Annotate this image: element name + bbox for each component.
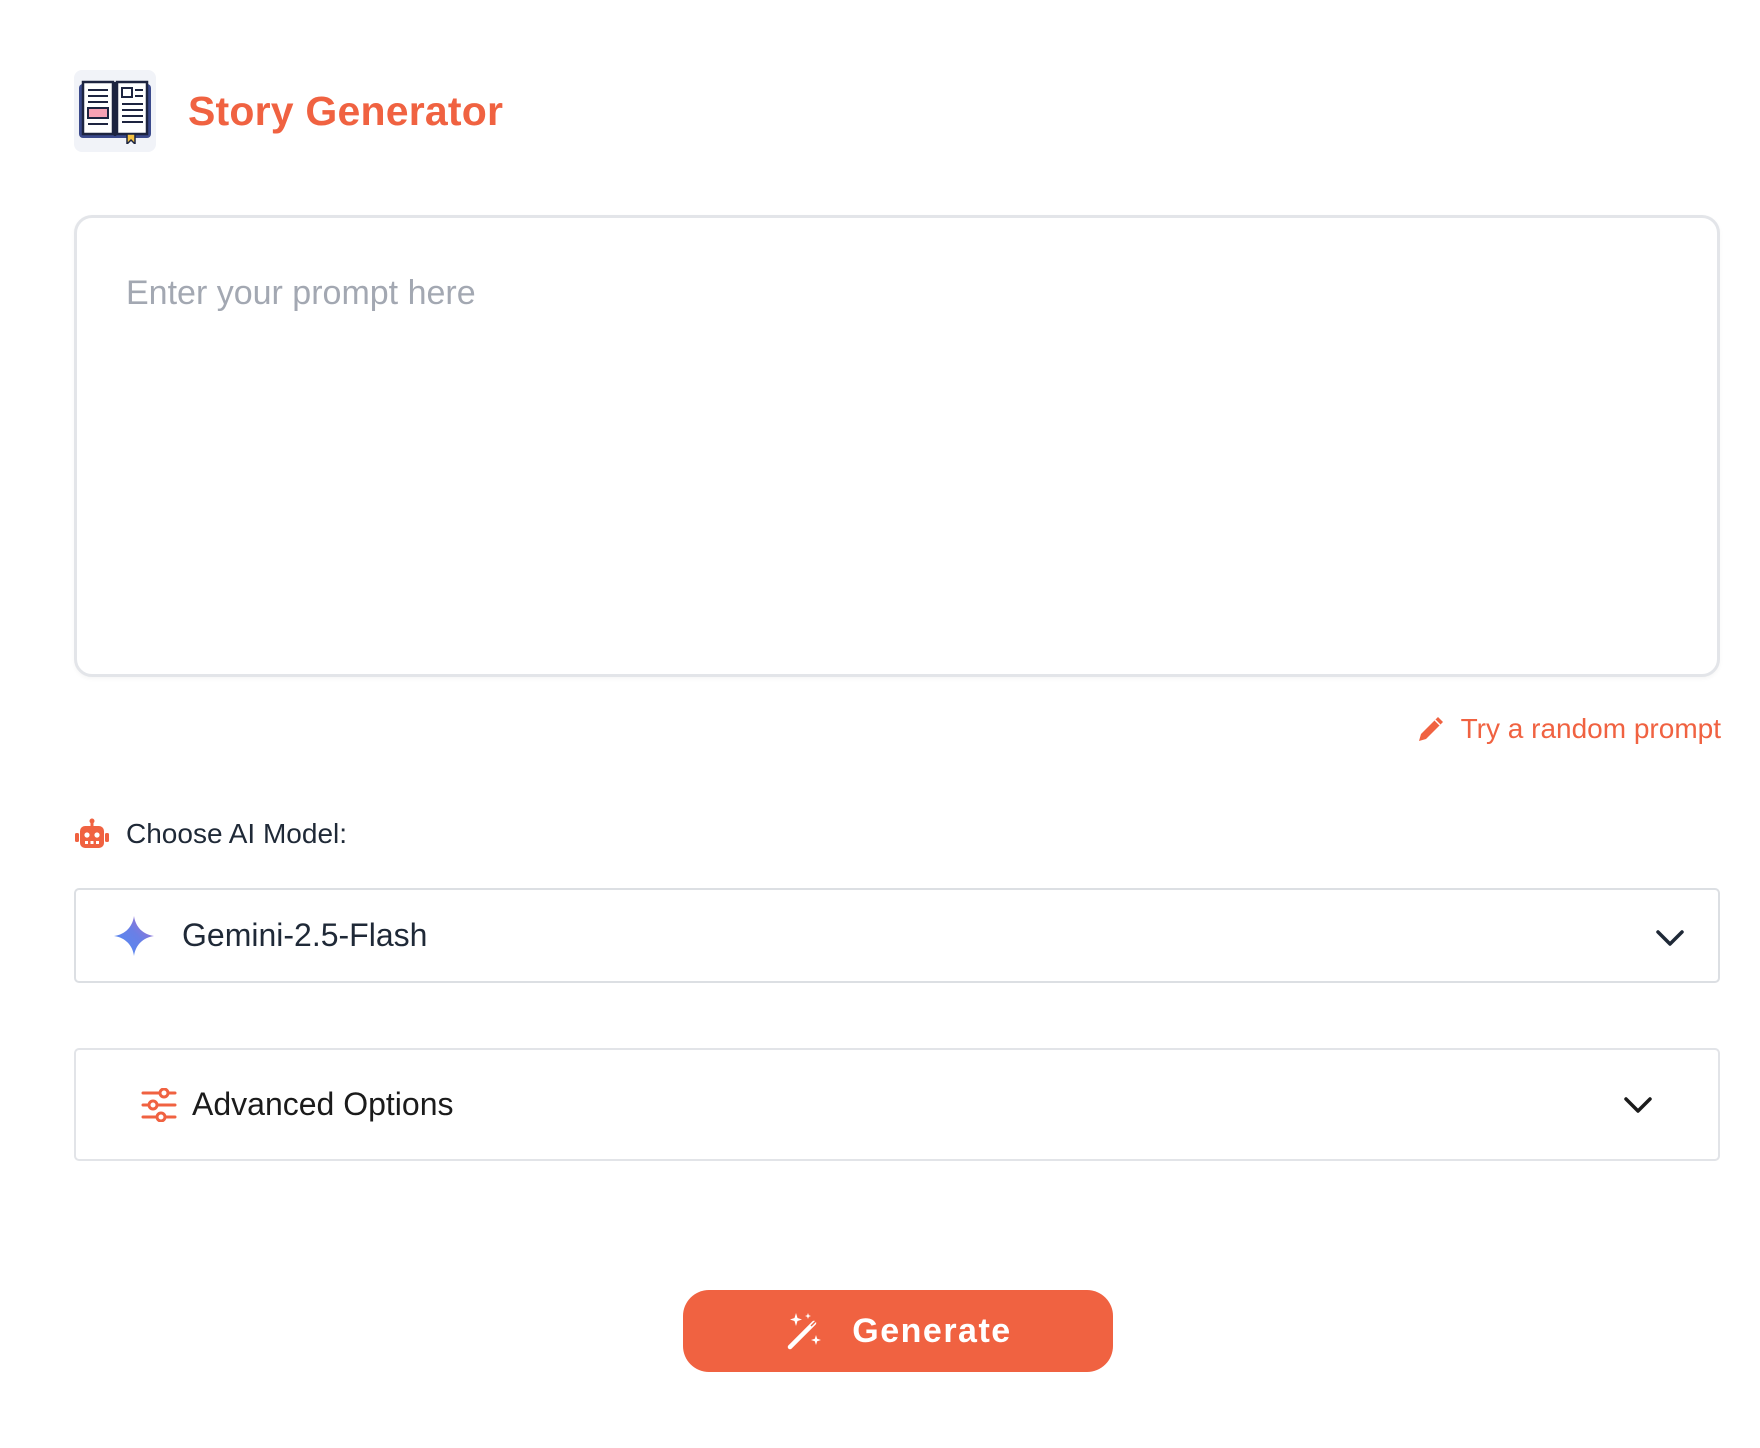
model-label: Choose AI Model: (126, 818, 348, 849)
magic-wand-icon (784, 1311, 824, 1351)
app-header: Story Generator (74, 70, 503, 152)
advanced-options-toggle[interactable]: Advanced Options (74, 1048, 1720, 1161)
random-prompt-link[interactable]: Try a random prompt (1415, 713, 1721, 745)
sliders-icon (140, 1086, 178, 1124)
gemini-sparkle-icon (112, 914, 156, 958)
generate-label: Generate (852, 1311, 1012, 1350)
model-label-row: Choose AI Model: (74, 816, 347, 852)
pencil-icon (1415, 713, 1447, 745)
chevron-down-icon (1652, 920, 1688, 956)
random-prompt-label: Try a random prompt (1460, 713, 1721, 744)
selected-model: Gemini-2.5-Flash (182, 917, 428, 953)
page-title: Story Generator (188, 87, 504, 134)
advanced-options-label: Advanced Options (192, 1086, 454, 1122)
chevron-down-icon (1620, 1087, 1656, 1123)
prompt-container (74, 215, 1720, 677)
robot-icon (74, 816, 110, 852)
prompt-input[interactable] (77, 218, 1717, 674)
open-book-icon (74, 70, 156, 152)
model-select[interactable]: Gemini-2.5-Flash (74, 888, 1720, 983)
generate-button[interactable]: Generate (683, 1290, 1113, 1372)
